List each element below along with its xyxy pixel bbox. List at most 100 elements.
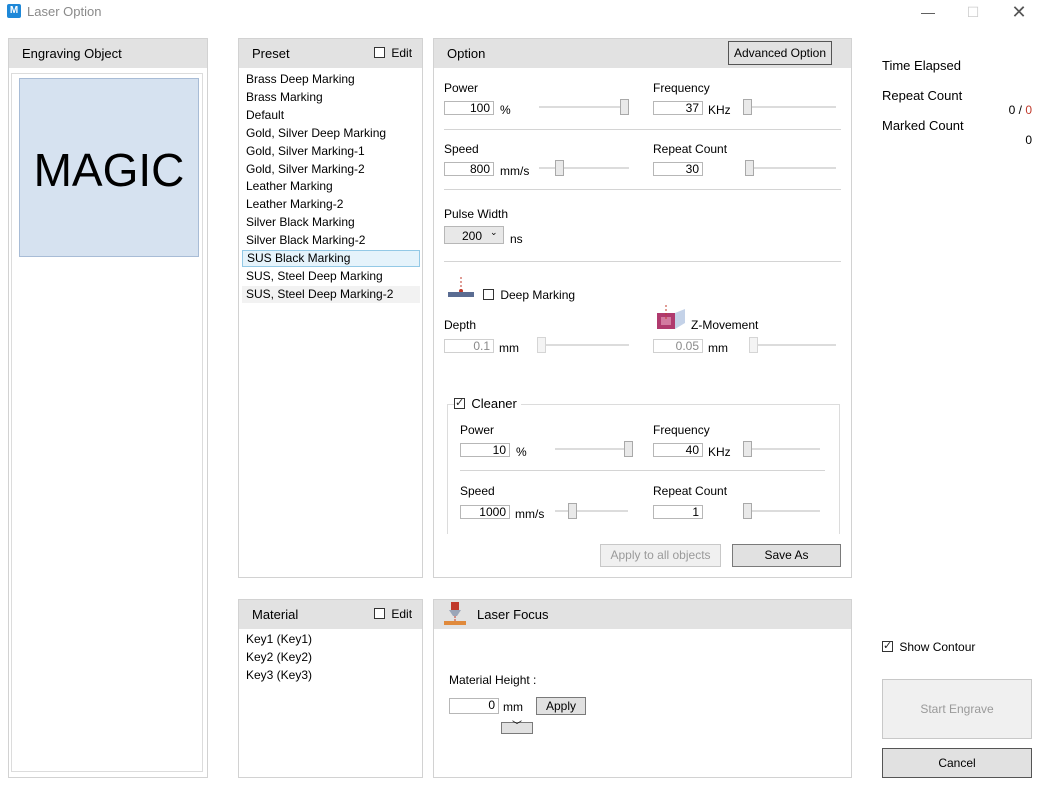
cleaner-checkbox[interactable] [454, 396, 465, 410]
show-contour-toggle[interactable]: Show Contour [882, 639, 975, 654]
pulse-width-select[interactable]: 200 ⌄ [444, 226, 504, 244]
preset-list-item[interactable]: Gold, Silver Marking-1 [246, 143, 365, 160]
option-header: Option Advanced Option [434, 39, 851, 68]
divider [444, 189, 841, 190]
frequency-unit: KHz [708, 103, 731, 117]
apply-height-button[interactable]: Apply [536, 697, 586, 715]
z-movement-slider-thumb[interactable] [749, 337, 758, 353]
frequency-slider-thumb[interactable] [743, 99, 752, 115]
cleaner-repeat-count-label: Repeat Count [653, 484, 728, 498]
cleaner-speed-input[interactable]: 1000 [460, 505, 510, 519]
cleaner-power-slider[interactable] [555, 441, 633, 457]
material-panel: Material Edit Key1 (Key1) Key2 (Key2) Key3… [238, 599, 423, 778]
show-contour-checkbox[interactable] [882, 639, 893, 653]
speed-input[interactable]: 800 [444, 162, 494, 176]
preview-text: MAGIC [33, 144, 185, 196]
apply-to-all-button[interactable]: Apply to all objects [600, 544, 721, 567]
laser-focus-icon [442, 602, 468, 626]
power-slider-thumb[interactable] [620, 99, 629, 115]
material-edit-label: Edit [391, 606, 413, 621]
deep-marking-checkbox[interactable] [483, 289, 494, 301]
preset-header: Preset Edit [239, 39, 422, 68]
time-elapsed-label: Time Elapsed [882, 58, 961, 73]
material-list-item[interactable]: Key1 (Key1) [246, 631, 312, 648]
deep-marking-label: Deep Marking [500, 287, 576, 302]
material-edit-toggle[interactable]: Edit [374, 606, 412, 621]
preset-list-item[interactable]: Brass Deep Marking [246, 71, 355, 88]
cleaner-frequency-label: Frequency [653, 423, 710, 437]
minimize-icon[interactable]: — [917, 2, 939, 22]
z-movement-input[interactable]: 0.05 [653, 339, 703, 353]
z-movement-label: Z-Movement [691, 318, 759, 332]
cleaner-frequency-slider[interactable] [743, 441, 820, 457]
preset-list-item[interactable]: Gold, Silver Deep Marking [246, 125, 386, 142]
laser-focus-title: Laser Focus [477, 607, 549, 622]
maximize-icon[interactable]: ☐ [962, 2, 984, 22]
engraving-preview[interactable]: MAGIC [19, 78, 199, 257]
cleaner-repeat-count-input[interactable]: 1 [653, 505, 703, 519]
material-edit-checkbox[interactable] [374, 608, 385, 620]
repeat-count-slider[interactable] [745, 160, 836, 176]
frequency-slider[interactable] [743, 99, 836, 115]
save-as-button[interactable]: Save As [732, 544, 841, 567]
title-bar: M Laser Option — ☐ ✕ [0, 0, 1039, 24]
cleaner-power-slider-thumb[interactable] [624, 441, 633, 457]
preset-list-item[interactable]: SUS Black Marking [242, 250, 420, 267]
preset-edit-toggle[interactable]: Edit [374, 45, 412, 60]
option-title: Option [447, 46, 486, 61]
repeat-count-status-label: Repeat Count [882, 88, 963, 103]
preset-list-item[interactable]: Brass Marking [246, 89, 323, 106]
cancel-button[interactable]: Cancel [882, 748, 1032, 778]
window-title: Laser Option [27, 4, 102, 19]
speed-label: Speed [444, 142, 479, 156]
preset-list-item[interactable]: SUS, Steel Deep Marking [246, 268, 383, 285]
advanced-option-button[interactable]: Advanced Option [728, 41, 832, 65]
preset-list-item[interactable]: Leather Marking-2 [246, 196, 343, 213]
preset-list-item[interactable]: Default [246, 107, 284, 124]
cleaner-power-input[interactable]: 10 [460, 443, 510, 457]
speed-slider[interactable] [539, 160, 629, 176]
show-contour-label: Show Contour [899, 639, 976, 654]
marked-count-label: Marked Count [882, 118, 964, 133]
engraving-object-list[interactable]: MAGIC [11, 73, 203, 772]
expand-button[interactable]: ﹀ [501, 722, 533, 734]
option-panel: Option Advanced Option Power 100 % Frequ… [433, 38, 852, 578]
power-slider[interactable] [539, 99, 629, 115]
repeat-count-slider-thumb[interactable] [745, 160, 754, 176]
divider [444, 129, 841, 130]
power-label: Power [444, 81, 479, 95]
material-height-input[interactable]: 0 [449, 698, 499, 714]
z-movement-slider[interactable] [749, 337, 836, 353]
preset-list-item[interactable]: Silver Black Marking [246, 214, 355, 231]
depth-input[interactable]: 0.1 [444, 339, 494, 353]
depth-slider-thumb[interactable] [537, 337, 546, 353]
deep-marking-toggle[interactable]: Deep Marking [483, 287, 575, 302]
preset-list-item[interactable]: SUS, Steel Deep Marking-2 [242, 285, 420, 303]
cleaner-speed-slider-thumb[interactable] [567, 503, 577, 519]
engraving-object-panel: Engraving Object MAGIC [8, 38, 208, 778]
speed-slider-thumb[interactable] [555, 160, 565, 176]
preset-list-item[interactable]: Gold, Silver Marking-2 [246, 161, 365, 178]
material-list-item[interactable]: Key3 (Key3) [246, 667, 312, 684]
close-icon[interactable]: ✕ [1008, 2, 1030, 22]
laser-focus-panel: Laser Focus Material Height : 0 mm Apply… [433, 599, 852, 778]
preset-edit-checkbox[interactable] [374, 47, 385, 59]
z-movement-unit: mm [708, 341, 728, 355]
cleaner-speed-slider[interactable] [555, 503, 628, 519]
frequency-input[interactable]: 37 [653, 101, 703, 115]
preset-panel: Preset Edit Brass Deep Marking Brass Mark… [238, 38, 423, 578]
cleaner-frequency-slider-thumb[interactable] [743, 441, 752, 457]
depth-slider[interactable] [537, 337, 629, 353]
start-engrave-button[interactable]: Start Engrave [882, 679, 1032, 739]
preset-list-item[interactable]: Leather Marking [246, 178, 333, 195]
repeat-count-input[interactable]: 30 [653, 162, 703, 176]
power-unit: % [500, 103, 511, 117]
cleaner-toggle[interactable]: Cleaner [454, 396, 521, 412]
power-input[interactable]: 100 [444, 101, 494, 115]
preset-title: Preset [252, 46, 290, 61]
cleaner-repeat-count-slider-thumb[interactable] [743, 503, 752, 519]
material-list-item[interactable]: Key2 (Key2) [246, 649, 312, 666]
preset-list-item[interactable]: Silver Black Marking-2 [246, 232, 365, 249]
cleaner-repeat-count-slider[interactable] [743, 503, 820, 519]
cleaner-frequency-input[interactable]: 40 [653, 443, 703, 457]
